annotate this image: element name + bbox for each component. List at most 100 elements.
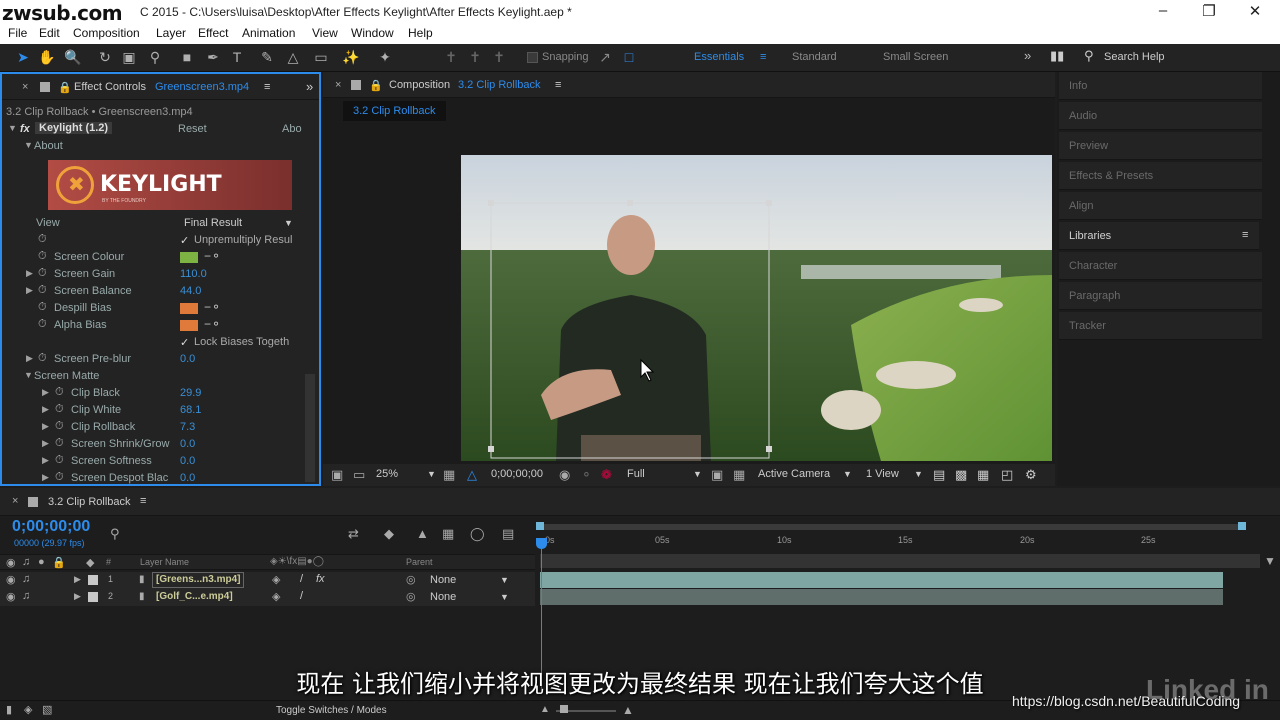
- param-value[interactable]: 0.0: [180, 472, 195, 484]
- panel-libraries[interactable]: Libraries ≡: [1059, 222, 1259, 250]
- layer-name[interactable]: [Greens...n3.mp4]: [152, 572, 245, 588]
- flowchart-icon[interactable]: ◰: [1001, 467, 1013, 483]
- eraser-tool-icon[interactable]: ▭: [312, 48, 330, 66]
- comp-marker-bin-icon[interactable]: ▼: [1264, 554, 1276, 568]
- expand-icon[interactable]: ▶: [26, 268, 33, 279]
- views-dropdown[interactable]: 1 View: [866, 468, 899, 480]
- clone-stamp-tool-icon[interactable]: △: [284, 48, 302, 66]
- pick-whip-icon[interactable]: ◎: [406, 590, 416, 603]
- resolution-dropdown[interactable]: Full: [627, 468, 645, 480]
- panel-lock-icon[interactable]: [351, 80, 361, 90]
- selection-tool-icon[interactable]: ➤: [14, 48, 32, 66]
- comp-mini-flowchart-icon[interactable]: ⇄: [348, 526, 359, 542]
- resolution-dropdown-arrow-icon[interactable]: ▼: [693, 469, 702, 479]
- work-area-bar[interactable]: [540, 524, 1244, 530]
- toggle-switches-modes[interactable]: Toggle Switches / Modes: [276, 705, 387, 716]
- hide-shy-layers-icon[interactable]: ▲: [416, 526, 429, 541]
- panel-menu-icon[interactable]: ≡: [1242, 229, 1248, 241]
- menu-effect[interactable]: Effect: [198, 26, 228, 40]
- composition-tab-name[interactable]: 3.2 Clip Rollback: [458, 79, 541, 91]
- eyedropper-icon[interactable]: −⚬: [204, 300, 221, 314]
- visibility-icon[interactable]: ◉: [6, 573, 16, 586]
- layer-name[interactable]: [Golf_C...e.mp4]: [156, 591, 233, 602]
- close-icon[interactable]: ✕: [1240, 2, 1270, 20]
- stopwatch-icon[interactable]: ⏱: [38, 318, 47, 331]
- layer-name-column[interactable]: Layer Name: [140, 557, 189, 567]
- effect-controls-tab[interactable]: Effect Controls: [74, 81, 146, 93]
- stopwatch-icon[interactable]: ⏱: [55, 386, 64, 399]
- stopwatch-icon[interactable]: ⏱: [55, 454, 64, 467]
- time-ruler[interactable]: 0s 05s 10s 15s 20s 25s: [540, 534, 1264, 550]
- expand-icon[interactable]: ▶: [26, 353, 33, 364]
- fast-preview-icon[interactable]: ▣: [711, 467, 723, 483]
- timeline-tab[interactable]: 3.2 Clip Rollback: [48, 496, 131, 508]
- camera-tool-icon[interactable]: ▣: [120, 48, 138, 66]
- puppet-tool-icon[interactable]: ✦: [376, 48, 394, 66]
- parent-dropdown[interactable]: None: [430, 591, 456, 603]
- panel-menu-icon[interactable]: ≡: [140, 495, 146, 507]
- puppet-overlap-icon[interactable]: ✝: [466, 48, 484, 66]
- sync-settings-icon[interactable]: ▮▮: [1050, 48, 1064, 64]
- zoom-tool-icon[interactable]: 🔍: [64, 48, 82, 66]
- effect-controls-file[interactable]: Greenscreen3.mp4: [155, 81, 249, 93]
- hand-tool-icon[interactable]: ✋: [38, 48, 56, 66]
- audio-icon[interactable]: ♫: [22, 573, 30, 585]
- panel-tracker[interactable]: Tracker: [1059, 312, 1262, 340]
- composition-subtab[interactable]: 3.2 Clip Rollback: [343, 101, 446, 121]
- eyedropper-icon[interactable]: −⚬: [204, 249, 221, 263]
- always-preview-icon[interactable]: ▣: [331, 467, 343, 483]
- menu-edit[interactable]: Edit: [39, 26, 60, 40]
- label-color-icon[interactable]: [88, 592, 98, 602]
- type-tool-icon[interactable]: T: [228, 48, 246, 66]
- composition-tab[interactable]: Composition: [389, 79, 450, 91]
- label-color-icon[interactable]: [88, 575, 98, 585]
- zoom-in-icon[interactable]: ▲: [622, 703, 634, 717]
- layer-1-duration-bar[interactable]: [540, 572, 1223, 588]
- snapping-checkbox[interactable]: [527, 52, 538, 63]
- brush-tool-icon[interactable]: ✎: [258, 48, 276, 66]
- resolution-grid-icon[interactable]: ▦: [443, 467, 455, 483]
- work-area-end-handle[interactable]: [1238, 522, 1246, 530]
- stopwatch-icon[interactable]: ⏱: [38, 301, 47, 314]
- exposure-icon[interactable]: ⚙: [1025, 467, 1037, 483]
- quality-icon[interactable]: /: [300, 590, 303, 602]
- workspace-menu-icon[interactable]: ≡: [760, 51, 766, 63]
- effect-name-label[interactable]: Keylight (1.2): [35, 122, 113, 134]
- stopwatch-icon[interactable]: ⏱: [55, 437, 64, 450]
- parent-dropdown-arrow-icon[interactable]: ▼: [500, 592, 509, 602]
- draft-3d-icon[interactable]: ◆: [384, 526, 394, 542]
- workspace-standard[interactable]: Standard: [792, 51, 837, 63]
- transparency-grid-icon[interactable]: ▦: [733, 467, 745, 483]
- snap-edges-icon[interactable]: ↗: [596, 48, 614, 66]
- param-value[interactable]: 29.9: [180, 387, 201, 399]
- fx-icon[interactable]: fx: [20, 123, 30, 135]
- stopwatch-icon[interactable]: ⏱: [55, 471, 64, 484]
- visibility-icon[interactable]: ◉: [6, 590, 16, 603]
- puppet-pin-icon[interactable]: ✝: [442, 48, 460, 66]
- expand-icon[interactable]: ▶: [42, 472, 49, 483]
- unpremultiply-checkbox[interactable]: Unpremultiply Resul: [194, 234, 292, 246]
- close-tab-icon[interactable]: ×: [335, 79, 341, 91]
- timeline-timecode[interactable]: 0;00;00;00: [12, 518, 90, 536]
- panel-menu-icon[interactable]: ≡: [264, 81, 270, 93]
- view-dropdown-arrow-icon[interactable]: ▼: [284, 218, 293, 228]
- menu-window[interactable]: Window: [351, 26, 394, 40]
- panel-character[interactable]: Character: [1059, 252, 1262, 280]
- panel-preview[interactable]: Preview: [1059, 132, 1262, 160]
- about-toggle-icon[interactable]: ▼: [24, 140, 33, 150]
- param-value[interactable]: 68.1: [180, 404, 201, 416]
- motion-blur-icon[interactable]: ◯: [470, 526, 485, 542]
- shy-icon[interactable]: ◈: [272, 573, 280, 586]
- show-snapshot-icon[interactable]: ⚬: [581, 467, 592, 483]
- stopwatch-icon[interactable]: ⏱: [38, 233, 47, 246]
- layer-2-duration-bar[interactable]: [540, 589, 1223, 605]
- snapshot-camera-icon[interactable]: ◉: [559, 467, 570, 483]
- stopwatch-icon[interactable]: ⏱: [55, 403, 64, 416]
- expand-icon[interactable]: ▶: [42, 387, 49, 398]
- pen-tool-icon[interactable]: ✒: [204, 48, 222, 66]
- menu-help[interactable]: Help: [408, 26, 433, 40]
- composition-viewer[interactable]: [461, 155, 1052, 461]
- pick-whip-icon[interactable]: ◎: [406, 573, 416, 586]
- eyedropper-icon[interactable]: −⚬: [204, 317, 221, 331]
- alpha-swatch[interactable]: [180, 320, 198, 331]
